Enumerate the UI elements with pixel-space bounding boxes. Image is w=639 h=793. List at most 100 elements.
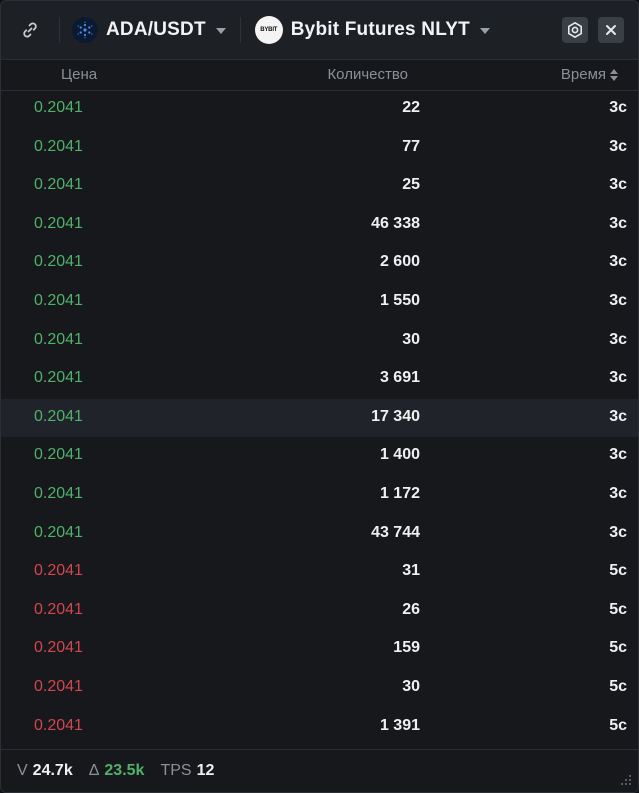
trade-row[interactable]: 0.2041 30 5с [1,669,638,708]
trade-quantity: 1 550 [379,291,420,309]
trade-quantity: 1 391 [379,716,420,734]
settings-button[interactable] [562,17,588,43]
tps-stat: TPS 12 [160,762,214,780]
trade-price: 0.2041 [34,484,83,502]
trade-row[interactable]: 0.2041 31 5с [1,553,638,592]
trade-quantity: 77 [402,137,420,155]
divider [59,17,60,43]
trade-time: 3с [609,369,627,387]
trade-time: 3с [609,330,627,348]
trade-time: 5с [609,677,627,695]
trade-row[interactable]: 0.2041 25 3с [1,167,638,206]
trade-price: 0.2041 [34,137,83,155]
column-price[interactable]: Цена [61,66,97,83]
column-header: Цена Количество Время [1,60,638,91]
trade-quantity: 159 [393,639,420,657]
trade-time: 3с [609,176,627,194]
widget-header: ADA/USDT BYBIT Bybit Futures NLYT [1,1,638,60]
trade-price: 0.2041 [34,176,83,194]
trade-row[interactable]: 0.2041 159 5с [1,630,638,669]
trade-quantity: 1 400 [379,446,420,464]
trade-time: 3с [609,407,627,425]
trade-row[interactable]: 0.2041 3 691 3с [1,360,638,399]
trade-time: 5с [609,639,627,657]
column-time[interactable]: Время [561,66,618,83]
trade-price: 0.2041 [34,677,83,695]
volume-stat: V 24.7k [17,762,73,780]
trade-quantity: 30 [402,677,420,695]
exchange-label: Bybit Futures NLYT [290,19,470,40]
trade-time: 3с [609,214,627,232]
delta-label: Δ [88,762,100,779]
delta-stat: Δ 23.5k [89,762,145,780]
trade-price: 0.2041 [34,253,83,271]
delta-value: 23.5k [104,762,145,779]
chevron-down-icon [215,28,226,34]
trade-time: 3с [609,99,627,116]
trade-time: 3с [609,291,627,309]
trade-row[interactable]: 0.2041 1 391 5с [1,708,638,747]
trade-quantity: 25 [402,176,420,194]
tps-label: TPS [160,762,192,779]
symbol-label: ADA/USDT [106,19,206,40]
trade-time: 5с [609,716,627,734]
trade-time: 3с [609,137,627,155]
cardano-icon [72,17,98,43]
trade-price: 0.2041 [34,562,83,580]
trade-quantity: 30 [402,330,420,348]
trade-price: 0.2041 [34,716,83,734]
trade-price: 0.2041 [34,407,83,425]
trade-time: 5с [609,600,627,618]
resize-handle-icon[interactable] [620,774,632,786]
trade-price: 0.2041 [34,330,83,348]
trade-quantity: 46 338 [371,214,420,232]
trade-time: 3с [609,484,627,502]
trade-quantity: 17 340 [371,407,420,425]
trade-quantity: 31 [402,562,420,580]
trade-row[interactable]: 0.2041 46 338 3с [1,206,638,245]
bybit-logo-icon: BYBIT [254,16,283,44]
chevron-down-icon [479,28,490,34]
trade-row[interactable]: 0.2041 1 400 3с [1,437,638,476]
trade-row[interactable]: 0.2041 22 3с [1,90,638,129]
trade-row[interactable]: 0.2041 43 744 3с [1,515,638,554]
trade-row[interactable]: 0.2041 26 5с [1,592,638,631]
trade-quantity: 1 172 [379,484,420,502]
trade-price: 0.2041 [34,600,83,618]
volume-value: 24.7k [32,762,73,779]
trade-row[interactable]: 0.2041 77 3с [1,129,638,168]
trade-price: 0.2041 [34,369,83,387]
sort-icon [610,68,618,81]
column-quantity[interactable]: Количество [327,66,408,83]
trade-price: 0.2041 [34,291,83,309]
gear-icon [568,22,582,38]
exchange-selector[interactable]: BYBIT Bybit Futures NLYT [254,16,490,44]
trade-row[interactable]: 0.2041 30 3с [1,322,638,361]
trade-quantity: 26 [402,600,420,618]
trade-quantity: 2 600 [379,253,420,271]
trade-row[interactable]: 0.2041 17 340 3с [1,398,638,438]
symbol-selector[interactable]: ADA/USDT [72,17,226,43]
close-icon [606,25,616,35]
volume-label: V [17,762,28,779]
trade-row[interactable]: 0.2041 1 550 3с [1,283,638,322]
trade-price: 0.2041 [34,639,83,657]
link-icon[interactable] [19,19,41,41]
close-button[interactable] [598,17,624,43]
trade-price: 0.2041 [34,99,83,116]
trade-price: 0.2041 [34,214,83,232]
tps-value: 12 [196,762,215,779]
stats-footer: V 24.7k Δ 23.5k TPS 12 [1,749,638,792]
trade-price: 0.2041 [34,446,83,464]
trade-time: 5с [609,562,627,580]
trade-time: 3с [609,446,627,464]
trade-time: 3с [609,523,627,541]
trade-quantity: 3 691 [379,369,420,387]
trade-quantity: 43 744 [371,523,420,541]
trade-row[interactable]: 0.2041 2 600 3с [1,244,638,283]
column-time-label: Время [560,66,606,83]
exchange-logo-text: BYBIT [260,27,278,33]
trades-widget: ADA/USDT BYBIT Bybit Futures NLYT Цена К… [0,0,639,793]
trade-row[interactable]: 0.2041 1 172 3с [1,476,638,515]
divider [239,17,241,43]
